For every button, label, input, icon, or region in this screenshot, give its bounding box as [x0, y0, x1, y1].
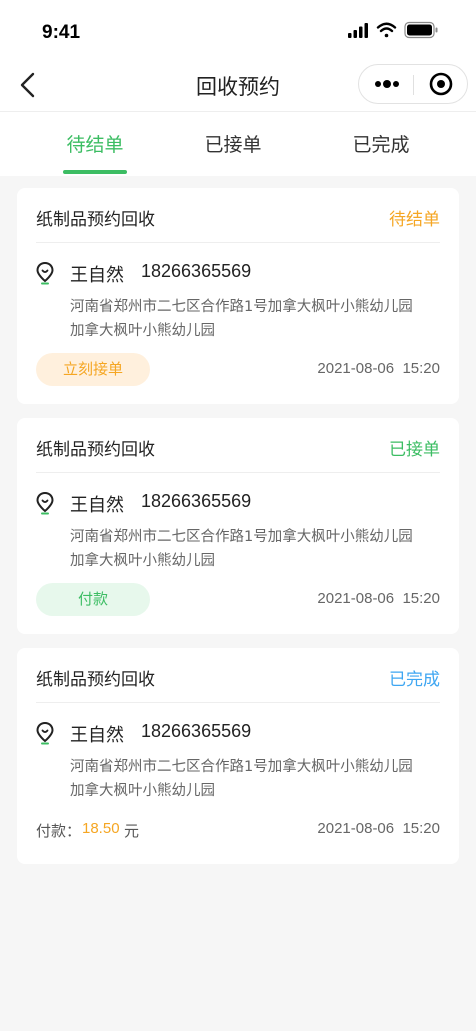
status-time: 9:41 — [42, 22, 81, 43]
address-line-1: 河南省郑州市二七区合作路1号加拿大枫叶小熊幼儿园 — [70, 529, 413, 545]
payment-label: 付款： — [36, 822, 82, 840]
accept-order-button[interactable]: 立刻接单 — [36, 353, 150, 386]
payment-unit: 元 — [124, 822, 140, 840]
status-bar: 9:41 — [0, 0, 476, 60]
cellular-signal-icon — [348, 23, 368, 38]
order-card-accepted[interactable]: 纸制品预约回收 已接单 王自然 18266365569 河南省郑州市二七区合作路… — [17, 418, 459, 634]
contact-phone: 18266365569 — [141, 261, 252, 281]
status-badge: 待结单 — [389, 210, 440, 230]
order-card-pending[interactable]: 纸制品预约回收 待结单 王自然 18266365569 河南省郑州市二七区合作路… — [17, 188, 459, 404]
contact-phone: 18266365569 — [141, 491, 252, 511]
navigation-bar: 回收预约 — [0, 60, 476, 112]
address-line-2: 加拿大枫叶小熊幼儿园 — [70, 783, 215, 799]
status-badge: 已完成 — [389, 670, 440, 690]
target-icon[interactable] — [423, 69, 459, 99]
order-time: 2021-08-06 15:20 — [317, 360, 440, 377]
address-line-1: 河南省郑州市二七区合作路1号加拿大枫叶小熊幼儿园 — [70, 299, 413, 315]
capsule-divider — [413, 75, 414, 95]
location-pin-icon — [36, 261, 54, 285]
card-divider — [36, 472, 440, 473]
pay-button[interactable]: 付款 — [36, 583, 150, 616]
status-icons — [348, 21, 438, 39]
address-line-2: 加拿大枫叶小熊幼儿园 — [70, 323, 215, 339]
tab-pending[interactable]: 待结单 — [40, 130, 150, 157]
order-card-completed[interactable]: 纸制品预约回收 已完成 王自然 18266365569 河南省郑州市二七区合作路… — [17, 648, 459, 864]
location-pin-icon — [36, 491, 54, 515]
order-time: 2021-08-06 15:20 — [317, 820, 440, 837]
contact-phone: 18266365569 — [141, 721, 252, 741]
tab-active-indicator — [63, 170, 127, 174]
card-title: 纸制品预约回收 — [36, 210, 155, 230]
mini-program-capsule — [358, 64, 468, 104]
card-title: 纸制品预约回收 — [36, 670, 155, 690]
contact-name: 王自然 — [70, 725, 124, 746]
battery-icon — [404, 21, 438, 39]
contact-name: 王自然 — [70, 265, 124, 286]
card-divider — [36, 702, 440, 703]
order-time: 2021-08-06 15:20 — [317, 590, 440, 607]
payment-amount: 18.50 — [82, 820, 120, 837]
card-divider — [36, 242, 440, 243]
contact-name: 王自然 — [70, 495, 124, 516]
wifi-icon — [376, 22, 397, 38]
card-title: 纸制品预约回收 — [36, 440, 155, 460]
tab-accepted[interactable]: 已接单 — [178, 130, 288, 157]
location-pin-icon — [36, 721, 54, 745]
status-badge: 已接单 — [389, 440, 440, 460]
order-tabs: 待结单 已接单 已完成 — [0, 112, 476, 176]
address-line-1: 河南省郑州市二七区合作路1号加拿大枫叶小熊幼儿园 — [70, 759, 413, 775]
address-line-2: 加拿大枫叶小熊幼儿园 — [70, 553, 215, 569]
tab-completed[interactable]: 已完成 — [326, 130, 436, 157]
more-dots-icon[interactable] — [367, 69, 407, 99]
